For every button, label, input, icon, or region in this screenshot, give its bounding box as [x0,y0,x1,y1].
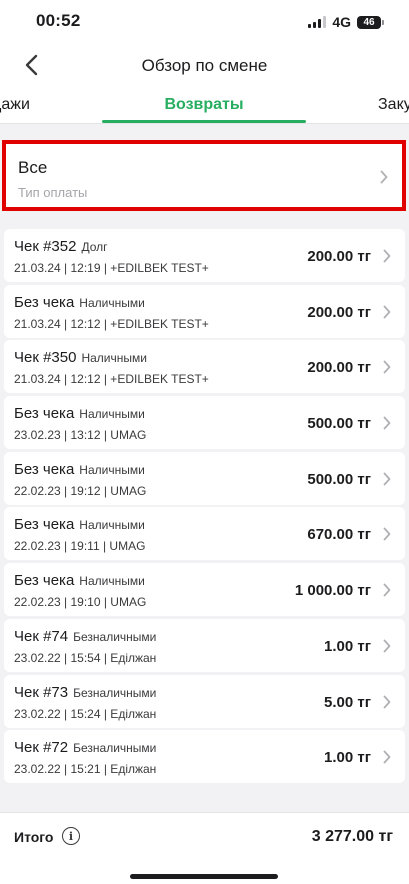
battery-icon: 46 [357,15,384,29]
receipt-title: Чек #350 Наличными [14,349,147,366]
filter-value: Все [18,158,48,177]
receipt-meta: 22.02.23 | 19:11 | UMAG [14,539,146,554]
receipt-amount: 200.00 тг [307,359,371,377]
home-indicator [130,874,278,879]
status-indicators: 4G 46 [308,14,384,30]
receipt-meta: 23.02.22 | 15:21 | Еділжан [14,762,157,777]
chevron-right-icon [383,305,391,319]
status-time: 00:52 [36,11,81,30]
payment-method: Безналичными [73,629,157,644]
receipt-amount: 1.00 тг [324,637,371,655]
receipt-meta: 23.02.23 | 13:12 | UMAG [14,428,147,443]
receipt-row[interactable]: Без чека Наличными 21.03.24 | 12:12 | +EDI… [4,284,405,338]
receipt-number: Чек #352 [14,238,77,255]
receipt-amount: 200.00 тг [307,248,371,265]
receipt-number: Чек #73 [14,683,69,701]
cellular-signal-icon [308,16,327,28]
receipt-number: Чек #74 [14,627,69,645]
chevron-right-icon [383,583,391,597]
payment-method: Наличными [81,351,147,366]
filter-label: Тип оплаты [18,185,88,200]
receipt-number: Без чека [14,405,75,423]
receipt-title: Чек #74 Безналичными [14,628,156,645]
payment-method: Наличными [79,295,145,310]
receipt-title: Без чека Наличными [14,294,145,311]
tab-purchases[interactable]: Заку [378,96,409,114]
tab-returns[interactable]: Возвраты [102,96,306,114]
receipt-meta: 21.03.24 | 12:12 | +EDILBEK TEST+ [14,372,209,387]
chevron-right-icon [383,750,391,764]
receipt-number: Без чека [14,572,75,590]
total-footer: Итого i 3 277.00 тг [0,812,409,884]
receipt-meta: 21.03.24 | 12:19 | +EDILBEK TEST+ [14,261,209,275]
receipt-number: Без чека [14,460,75,478]
payment-type-filter-highlight: Все Тип оплаты [2,140,406,211]
payment-method: Наличными [79,407,145,422]
receipt-meta: 21.03.24 | 12:12 | +EDILBEK TEST+ [14,316,209,331]
chevron-right-icon [383,639,391,653]
receipt-number: Без чека [14,516,75,534]
page-title: Обзор по смене [141,56,268,75]
receipt-number: Чек #350 [14,349,77,367]
chevron-right-icon [380,170,388,184]
receipt-row[interactable]: Чек #72 Безналичными 23.02.22 | 15:21 | Ед… [4,730,405,784]
payment-method: Наличными [79,518,145,533]
receipt-title: Без чека Наличными [14,572,145,589]
active-tab-indicator [102,120,306,123]
receipt-row[interactable]: Чек #73 Безналичными 23.02.22 | 15:24 | Ед… [4,674,405,728]
receipt-title: Без чека Наличными [14,405,145,422]
receipt-row[interactable]: Чек #350 Наличными 21.03.24 | 12:12 | +EDI… [4,340,405,394]
receipt-row[interactable]: Без чека Наличными 22.02.23 | 19:10 | UMAG… [4,563,405,617]
receipt-row[interactable]: Без чека Наличными 22.02.23 | 19:11 | UMAG… [4,507,405,561]
receipt-meta: 22.02.23 | 19:10 | UMAG [14,595,147,610]
receipt-meta: 22.02.23 | 19:12 | UMAG [14,483,147,498]
receipt-title: Без чека Наличными [14,516,145,533]
payment-method: Безналичными [73,741,157,756]
status-bar: 00:52 4G 46 [0,0,409,44]
receipt-row[interactable]: Без чека Наличными 23.02.23 | 13:12 | UMAG… [4,396,405,450]
receipt-row[interactable]: Чек #74 Безналичными 23.02.22 | 15:54 | Ед… [4,618,405,672]
receipt-amount: 1 000.00 тг [294,582,371,600]
receipt-meta: 23.02.22 | 15:24 | Еділжан [14,706,157,721]
chevron-right-icon [383,360,391,374]
tab-bar: дажи Возвраты Заку [0,86,409,124]
receipt-list: Чек #352 Долг 21.03.24 | 12:19 | +EDILBEK … [4,229,405,786]
receipt-title: Чек #72 Безналичными [14,739,156,756]
receipt-amount: 5.00 тг [324,693,371,711]
nav-bar: Обзор по смене [0,44,409,86]
tab-sales[interactable]: дажи [0,96,30,114]
receipt-amount: 670.00 тг [307,526,371,544]
payment-method: Безналичными [73,685,157,700]
chevron-right-icon [383,695,391,708]
chevron-right-icon [383,249,391,263]
chevron-right-icon [383,472,391,486]
receipt-amount: 200.00 тг [307,303,371,321]
payment-method: Наличными [79,574,145,589]
chevron-right-icon [383,416,391,430]
receipt-meta: 23.02.22 | 15:54 | Еділжан [14,650,157,665]
network-type: 4G [332,14,351,30]
payment-method: Наличными [79,462,145,477]
receipt-amount: 1.00 тг [324,749,371,767]
receipt-amount: 500.00 тг [307,415,371,433]
receipt-title: Без чека Наличными [14,461,145,478]
receipt-number: Без чека [14,293,75,311]
receipt-title: Чек #73 Безналичными [14,684,156,701]
info-icon[interactable]: i [62,827,80,845]
total-amount: 3 277.00 тг [311,828,393,845]
payment-type-filter[interactable]: Все Тип оплаты [10,148,398,203]
receipt-title: Чек #352 Долг [14,238,108,255]
total-label: Итого [14,829,54,845]
receipt-amount: 500.00 тг [307,470,371,488]
payment-method: Долг [81,240,108,254]
chevron-right-icon [383,528,391,541]
receipt-number: Чек #72 [14,739,69,757]
receipt-row[interactable]: Чек #352 Долг 21.03.24 | 12:19 | +EDILBEK … [4,229,405,282]
receipt-row[interactable]: Без чека Наличными 22.02.23 | 19:12 | UMAG… [4,451,405,505]
